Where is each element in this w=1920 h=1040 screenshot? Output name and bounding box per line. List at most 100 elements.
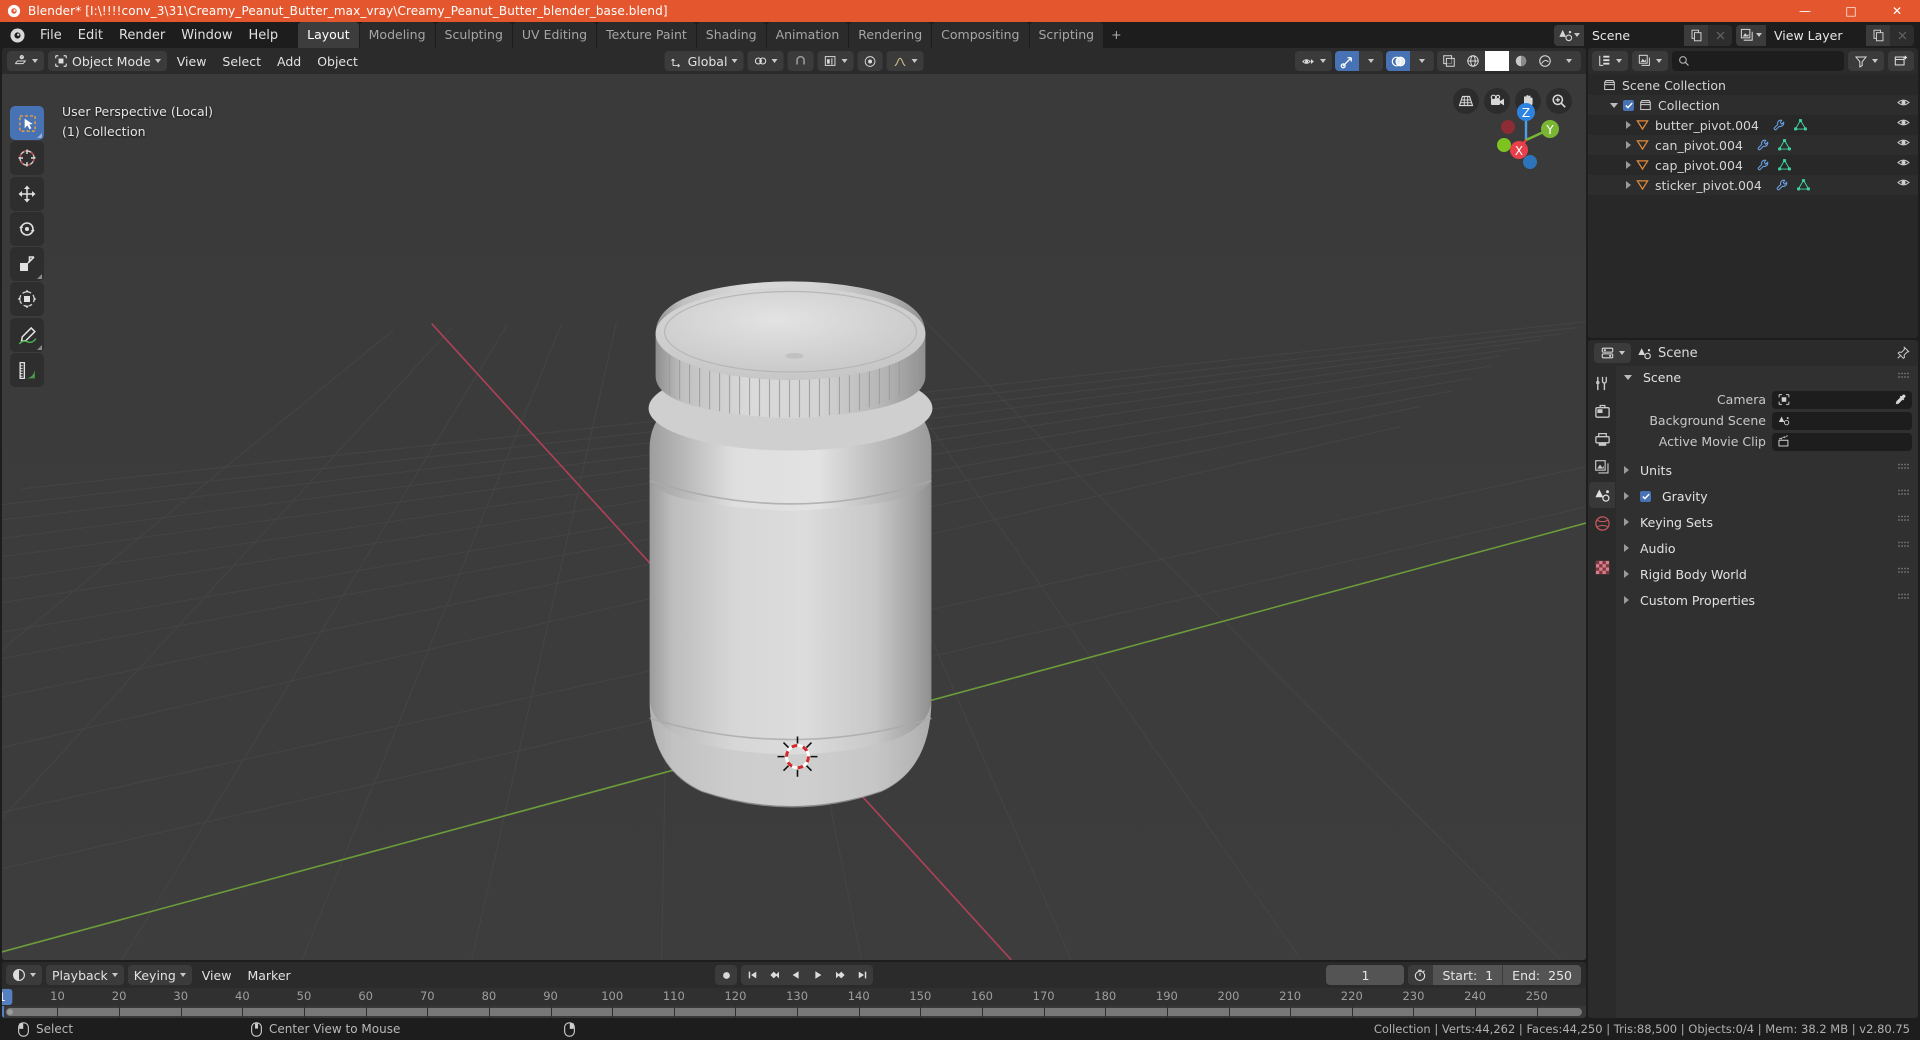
outliner-tree[interactable]: Scene Collection Collection butter_pivot.0… <box>1588 74 1918 338</box>
collapse-triangle-icon[interactable] <box>1610 102 1618 108</box>
tab-rendering[interactable]: Rendering <box>849 22 932 48</box>
tab-shading[interactable]: Shading <box>696 22 766 48</box>
viewport-canvas[interactable]: User Perspective (Local) (1) Collection <box>2 74 1586 960</box>
mesh-data-icon[interactable] <box>1796 179 1810 191</box>
proportional-falloff-dot[interactable] <box>857 51 883 71</box>
timeline-track[interactable] <box>2 1006 1586 1018</box>
tab-modeling[interactable]: Modeling <box>359 22 435 48</box>
measure-tool-icon[interactable] <box>10 353 44 387</box>
hide-in-viewport-icon[interactable] <box>1897 97 1910 108</box>
new-scene-button[interactable] <box>1684 24 1708 46</box>
tab-texture-paint[interactable]: Texture Paint <box>597 22 696 48</box>
outliner-row-can-pivot-004[interactable]: can_pivot.004 <box>1588 135 1918 155</box>
expand-triangle-icon[interactable] <box>1626 161 1631 169</box>
viewport-menu-add[interactable]: Add <box>271 51 307 71</box>
outliner-display-mode-selector[interactable] <box>1632 51 1668 71</box>
tab-tool-icon[interactable] <box>1589 370 1615 396</box>
timeline-menu-keying[interactable]: Keying <box>127 965 192 985</box>
expand-triangle-icon[interactable] <box>1624 544 1629 552</box>
transform-orientation-selector[interactable]: Global <box>664 51 744 71</box>
gizmo-options-chevron[interactable] <box>1359 51 1383 71</box>
blender-menu-icon[interactable] <box>6 24 28 46</box>
shading-wireframe-icon[interactable] <box>1461 51 1485 71</box>
expand-triangle-icon[interactable] <box>1624 492 1629 500</box>
show-overlays-icon[interactable] <box>1386 51 1410 71</box>
timeline-menu-marker[interactable]: Marker <box>241 965 296 985</box>
expand-triangle-icon[interactable] <box>1626 181 1631 189</box>
modifier-wrench-icon[interactable] <box>1757 159 1770 172</box>
timeline-menu-playback[interactable]: Playback <box>46 965 124 985</box>
tab-scene-icon[interactable] <box>1589 482 1615 508</box>
hide-in-viewport-icon[interactable] <box>1897 157 1910 168</box>
jump-to-end-icon[interactable] <box>851 965 873 985</box>
tab-output-icon[interactable] <box>1589 426 1615 452</box>
expand-triangle-icon[interactable] <box>1626 141 1631 149</box>
outliner-search-input[interactable] <box>1672 51 1844 71</box>
timeline-menu-view[interactable]: View <box>196 965 238 985</box>
hide-in-viewport-icon[interactable] <box>1897 137 1910 148</box>
properties-section-keying-sets[interactable]: Keying Sets <box>1616 509 1918 535</box>
outliner-row-butter-pivot-004[interactable]: butter_pivot.004 <box>1588 115 1918 135</box>
expand-triangle-icon[interactable] <box>1624 570 1629 578</box>
modifier-wrench-icon[interactable] <box>1757 139 1770 152</box>
hide-in-viewport-icon[interactable] <box>1897 177 1910 188</box>
snap-magnet-toggle[interactable] <box>787 51 814 71</box>
outliner-editor-type-icon[interactable] <box>1592 51 1628 71</box>
mesh-data-icon[interactable] <box>1777 159 1791 171</box>
camera-eyedropper-icon[interactable] <box>1894 393 1907 406</box>
camera-field[interactable] <box>1772 390 1912 409</box>
shading-solid-icon[interactable] <box>1485 51 1509 71</box>
menu-file[interactable]: File <box>32 25 70 46</box>
scene-selector[interactable]: Scene <box>1554 24 1732 46</box>
next-keyframe-icon[interactable] <box>829 965 851 985</box>
properties-section-gravity[interactable]: Gravity <box>1616 483 1918 509</box>
scene-icon[interactable] <box>1554 24 1584 46</box>
proportional-editing-toggle[interactable] <box>817 51 854 71</box>
active-movie-clip-field[interactable] <box>1772 432 1912 451</box>
properties-editor-type-icon[interactable] <box>1594 343 1631 363</box>
jump-to-start-icon[interactable] <box>741 965 763 985</box>
play-reverse-icon[interactable] <box>785 965 807 985</box>
shading-rendered-icon[interactable] <box>1533 51 1557 71</box>
tab-view-layer-icon[interactable] <box>1589 454 1615 480</box>
viewport-menu-object[interactable]: Object <box>311 51 364 71</box>
transform-tool-icon[interactable] <box>10 282 44 316</box>
menu-edit[interactable]: Edit <box>70 25 111 46</box>
mesh-data-icon[interactable] <box>1777 139 1791 151</box>
timeline-playhead-label[interactable]: 1 <box>2 989 13 1005</box>
expand-triangle-icon[interactable] <box>1626 121 1631 129</box>
pin-icon[interactable] <box>1896 346 1910 360</box>
shading-material-preview-icon[interactable] <box>1509 51 1533 71</box>
end-frame-field[interactable]: End: 250 <box>1503 965 1581 985</box>
object-visibility-icon[interactable] <box>1295 51 1332 71</box>
use-preview-range-icon[interactable] <box>1408 965 1432 985</box>
properties-section-units[interactable]: Units <box>1616 457 1918 483</box>
overlay-options-chevron[interactable] <box>1410 51 1434 71</box>
outliner-filter-icon[interactable] <box>1848 51 1884 71</box>
tab-world-icon[interactable] <box>1589 510 1615 536</box>
unlink-scene-button[interactable] <box>1708 24 1732 46</box>
hide-in-viewport-icon[interactable] <box>1897 117 1910 128</box>
scale-tool-icon[interactable] <box>10 247 44 281</box>
minimize-button[interactable]: — <box>1782 0 1828 22</box>
annotate-tool-icon[interactable] <box>10 318 44 352</box>
timeline-playhead[interactable] <box>2 1006 4 1018</box>
properties-section-rigid-body-world[interactable]: Rigid Body World <box>1616 561 1918 587</box>
rotate-tool-icon[interactable] <box>10 212 44 246</box>
scene-name[interactable]: Scene <box>1584 24 1684 46</box>
menu-help[interactable]: Help <box>241 25 287 46</box>
add-workspace-button[interactable]: + <box>1104 22 1128 48</box>
view-layer-icon[interactable] <box>1736 24 1766 46</box>
editor-type-selector[interactable] <box>7 51 44 71</box>
tab-scripting[interactable]: Scripting <box>1029 22 1104 48</box>
view-layer-selector[interactable]: View Layer <box>1736 24 1914 46</box>
viewport-menu-select[interactable]: Select <box>216 51 267 71</box>
tweak-select-tool-icon[interactable] <box>10 106 44 140</box>
tab-texture-icon[interactable] <box>1589 554 1615 580</box>
maximize-button[interactable]: □ <box>1828 0 1874 22</box>
show-gizmo-icon[interactable] <box>1335 51 1359 71</box>
toggle-xray-icon[interactable] <box>1437 51 1461 71</box>
falloff-curve-selector[interactable] <box>886 51 924 71</box>
tab-animation[interactable]: Animation <box>766 22 849 48</box>
expand-triangle-icon[interactable] <box>1624 466 1629 474</box>
